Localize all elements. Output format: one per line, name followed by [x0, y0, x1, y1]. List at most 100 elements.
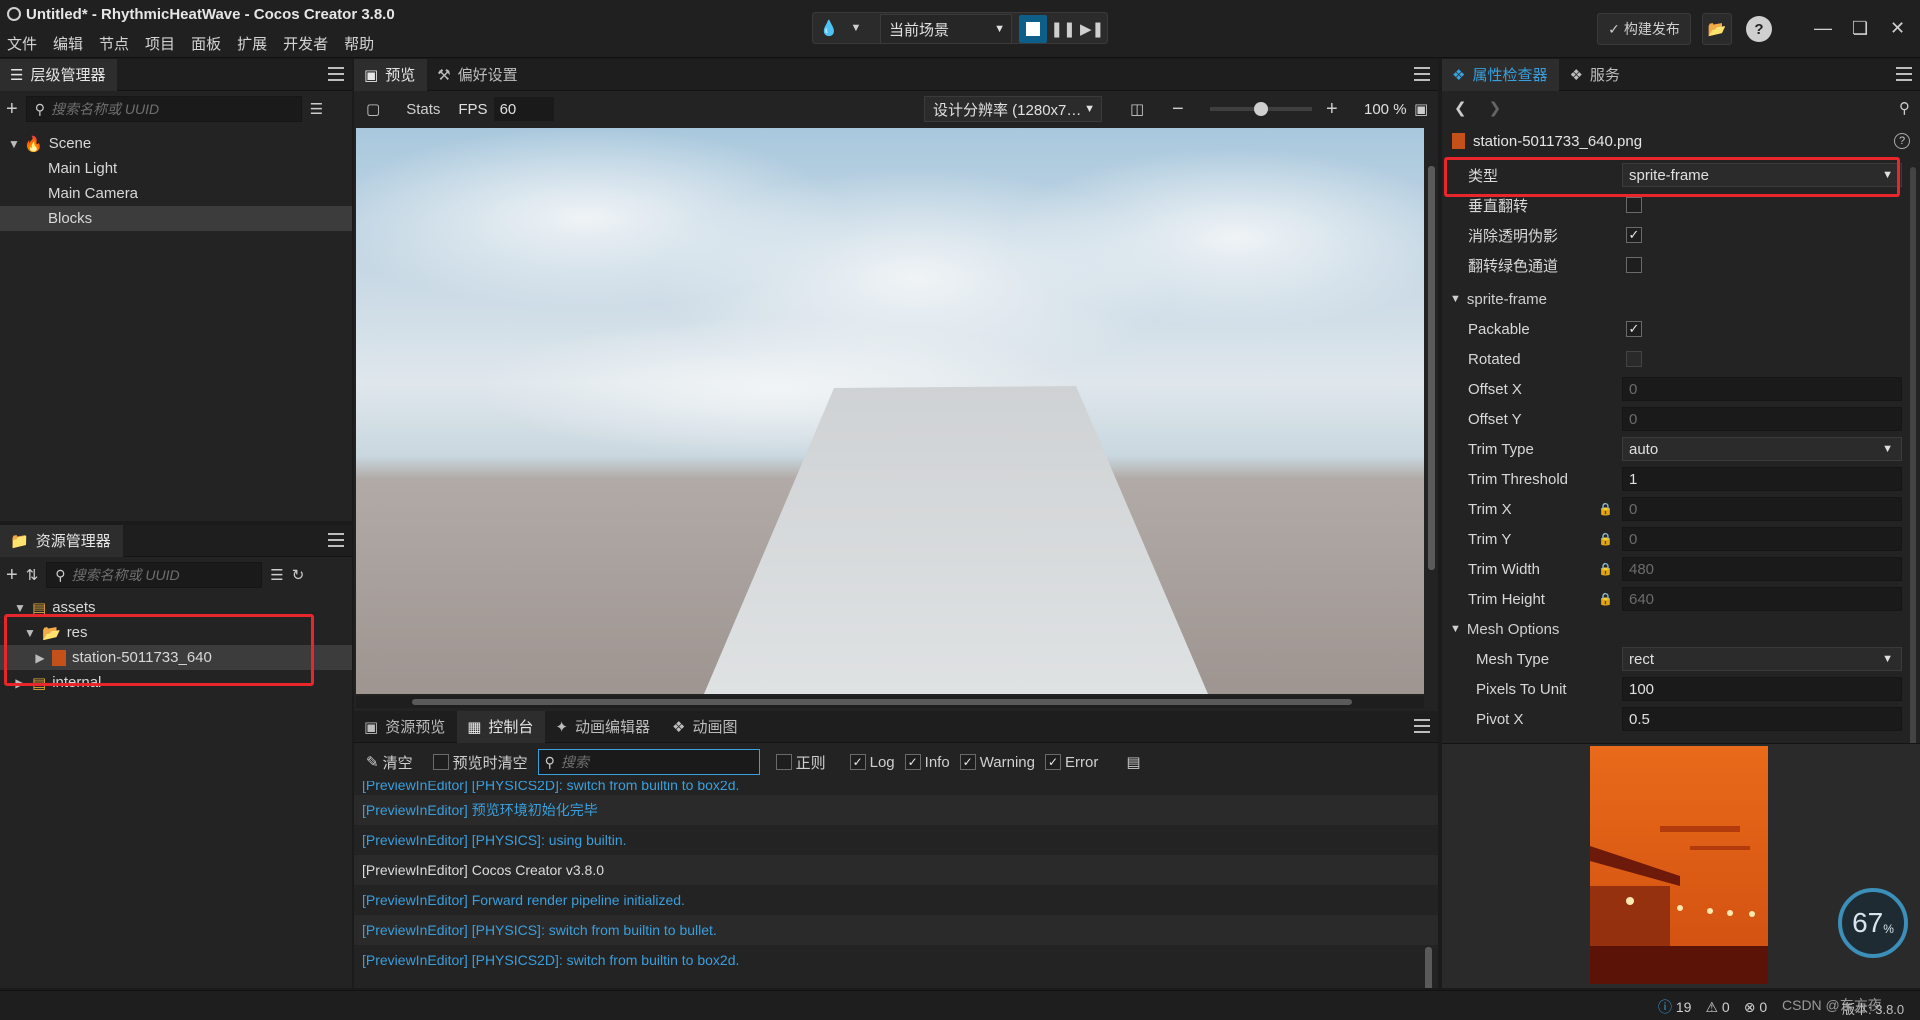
- tab-animation-graph[interactable]: ❖ 动画图: [662, 711, 749, 743]
- tab-inspector[interactable]: ❖ 属性检查器: [1442, 58, 1560, 91]
- tree-node-blocks[interactable]: Blocks: [0, 206, 352, 231]
- rotated-checkbox[interactable]: [1626, 351, 1642, 367]
- chevron-down-icon[interactable]: ▼: [845, 14, 867, 42]
- menu-extension[interactable]: 扩展: [237, 33, 267, 54]
- restore-button[interactable]: ❏: [1852, 18, 1868, 39]
- open-folder-button[interactable]: 📂: [1702, 13, 1732, 45]
- trim-width-input[interactable]: 480: [1622, 557, 1902, 581]
- add-asset-icon[interactable]: +: [6, 564, 18, 587]
- tab-services[interactable]: ❖ 服务: [1559, 59, 1631, 91]
- filter-warning-checkbox[interactable]: ✓ Warning: [959, 754, 1035, 771]
- scene-select[interactable]: 当前场景 ▼: [880, 14, 1012, 44]
- pivot-x-input[interactable]: 0.5: [1622, 707, 1902, 731]
- assets-menu-icon[interactable]: [328, 533, 344, 547]
- warning-counter[interactable]: ⚠ 0: [1705, 999, 1729, 1016]
- menu-help[interactable]: 帮助: [344, 33, 374, 54]
- zoom-in-icon[interactable]: +: [1326, 98, 1338, 121]
- trim-type-select[interactable]: auto ▼: [1622, 437, 1902, 461]
- log-line[interactable]: [PreviewInEditor] [PHYSICS2D]: switch fr…: [354, 781, 1438, 795]
- camera-icon[interactable]: ▢: [366, 100, 380, 118]
- stop-button[interactable]: [1019, 15, 1047, 43]
- filter-info-checkbox[interactable]: ✓ Info: [904, 754, 950, 771]
- add-node-icon[interactable]: +: [6, 98, 18, 121]
- offset-x-input[interactable]: 0: [1622, 377, 1902, 401]
- tree-node-scene[interactable]: ▼ 🔥 Scene: [0, 131, 352, 156]
- help-icon[interactable]: ?: [1894, 133, 1910, 149]
- clear-on-preview-checkbox[interactable]: 预览时清空: [432, 752, 528, 773]
- sort-icon[interactable]: ⇅: [26, 566, 39, 584]
- fit-screen-icon[interactable]: ▣: [1414, 100, 1428, 118]
- section-sprite-frame[interactable]: ▼ sprite-frame: [1442, 284, 1920, 314]
- build-publish-button[interactable]: ✓ 构建发布: [1597, 13, 1691, 45]
- regex-checkbox[interactable]: 正则: [775, 752, 826, 773]
- rotate-device-icon[interactable]: ◫: [1130, 100, 1144, 118]
- tab-asset-preview[interactable]: ▣ 资源预览: [354, 711, 457, 743]
- log-line[interactable]: [PreviewInEditor] Forward render pipelin…: [354, 885, 1438, 915]
- refresh-icon[interactable]: ↻: [292, 566, 305, 584]
- inspector-scrollbar[interactable]: [1910, 167, 1916, 767]
- pause-button[interactable]: ❚❚: [1049, 15, 1077, 43]
- assets-search-input[interactable]: ⚲ 搜索名称或 UUID: [46, 562, 263, 588]
- step-button[interactable]: ▶❚: [1078, 15, 1106, 43]
- menu-panel[interactable]: 面板: [191, 33, 221, 54]
- tab-assets[interactable]: 📁 资源管理器: [0, 524, 123, 557]
- console-scrollbar[interactable]: [1425, 947, 1432, 988]
- filter-log-checkbox[interactable]: ✓ Log: [849, 754, 895, 771]
- log-line[interactable]: [PreviewInEditor] 预览环境初始化完毕: [354, 795, 1438, 825]
- minimize-button[interactable]: —: [1814, 18, 1832, 39]
- mesh-type-select[interactable]: rect ▼: [1622, 647, 1902, 671]
- log-line[interactable]: [PreviewInEditor] [PHYSICS]: switch from…: [354, 915, 1438, 945]
- performance-gauge[interactable]: 67%: [1838, 888, 1908, 958]
- trim-y-input[interactable]: 0: [1622, 527, 1902, 551]
- hierarchy-menu-icon[interactable]: [328, 67, 344, 81]
- pin-icon[interactable]: ⚲: [1899, 99, 1910, 117]
- viewport-vscrollbar[interactable]: [1428, 166, 1435, 570]
- tab-preferences[interactable]: ⚒ 偏好设置: [427, 59, 529, 91]
- platform-drop-icon[interactable]: 💧: [813, 14, 845, 42]
- log-line[interactable]: [PreviewInEditor] Cocos Creator v3.8.0: [354, 855, 1438, 885]
- tree-node-main-light[interactable]: Main Light: [0, 156, 352, 181]
- collapse-all-icon[interactable]: ☰: [270, 566, 283, 584]
- back-icon[interactable]: ❮: [1454, 99, 1467, 117]
- scrollbar-thumb[interactable]: [412, 699, 1352, 705]
- inspector-menu-icon[interactable]: [1896, 67, 1912, 81]
- resolution-select[interactable]: 设计分辨率 (1280x7… ▼: [924, 96, 1102, 122]
- forward-icon[interactable]: ❯: [1489, 99, 1502, 117]
- section-mesh-options[interactable]: ▼ Mesh Options: [1442, 614, 1920, 644]
- viewport-hscrollbar[interactable]: [356, 696, 1424, 708]
- log-line[interactable]: [PreviewInEditor] [PHYSICS2D]: switch fr…: [354, 945, 1438, 975]
- flip-vertical-checkbox[interactable]: [1626, 197, 1642, 213]
- menu-file[interactable]: 文件: [7, 33, 37, 54]
- trim-x-input[interactable]: 0: [1622, 497, 1902, 521]
- fix-alpha-checkbox[interactable]: ✓: [1626, 227, 1642, 243]
- pixels-to-unit-input[interactable]: 100: [1622, 677, 1902, 701]
- tab-preview[interactable]: ▣ 预览: [354, 58, 428, 91]
- log-file-icon[interactable]: ▤: [1126, 753, 1140, 771]
- trim-height-input[interactable]: 640: [1622, 587, 1902, 611]
- trim-threshold-input[interactable]: 1: [1622, 467, 1902, 491]
- close-button[interactable]: ✕: [1890, 18, 1905, 39]
- offset-y-input[interactable]: 0: [1622, 407, 1902, 431]
- console-menu-icon[interactable]: [1414, 719, 1430, 733]
- menu-project[interactable]: 项目: [145, 33, 175, 54]
- preview-menu-icon[interactable]: [1414, 67, 1430, 81]
- console-search-input[interactable]: ⚲ 搜索: [537, 749, 760, 775]
- hierarchy-search-input[interactable]: ⚲ 搜索名称或 UUID: [25, 96, 302, 122]
- help-button[interactable]: ?: [1746, 16, 1772, 42]
- tab-console[interactable]: ▦ 控制台: [457, 710, 546, 743]
- menu-edit[interactable]: 编辑: [53, 33, 83, 54]
- packable-checkbox[interactable]: ✓: [1626, 321, 1642, 337]
- error-counter[interactable]: ⊗ 0: [1744, 999, 1767, 1016]
- tree-node-main-camera[interactable]: Main Camera: [0, 181, 352, 206]
- info-counter[interactable]: ⓘ 19: [1658, 997, 1691, 1017]
- flip-green-checkbox[interactable]: [1626, 257, 1642, 273]
- stats-toggle[interactable]: Stats: [406, 101, 440, 118]
- log-line[interactable]: [PreviewInEditor] [PHYSICS]: using built…: [354, 825, 1438, 855]
- zoom-slider-track[interactable]: [1210, 102, 1312, 116]
- clear-button[interactable]: ✎ 清空: [366, 752, 413, 773]
- menu-developer[interactable]: 开发者: [283, 33, 328, 54]
- collapse-all-icon[interactable]: ☰: [310, 100, 323, 118]
- filter-error-checkbox[interactable]: ✓ Error: [1045, 754, 1098, 771]
- tab-animation-editor[interactable]: ✦ 动画编辑器: [545, 711, 662, 743]
- tab-hierarchy[interactable]: ☰ 层级管理器: [0, 58, 118, 91]
